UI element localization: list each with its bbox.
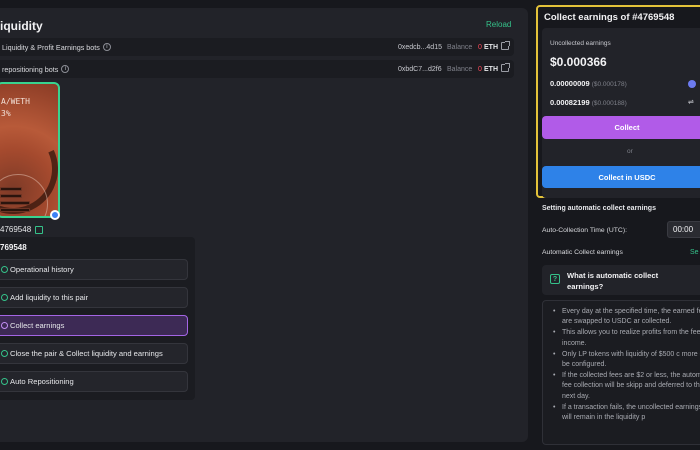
auto-collect-settings-link[interactable]: Se — [690, 249, 699, 256]
collect-usdc-button[interactable]: Collect in USDC — [542, 166, 700, 188]
nft-badge — [0, 194, 22, 198]
balance-value: 0 — [478, 43, 482, 51]
faq-answer-item: If the collected fees are $2 or less, th… — [553, 371, 700, 402]
faq-answer-item: Every day at the specified time, the ear… — [553, 307, 700, 327]
add-liquidity-icon — [1, 294, 8, 301]
collect-body: Uncollected earnings $0.000366 0.0000000… — [542, 28, 700, 198]
auto-collect-time-input[interactable]: 00:00 — [667, 221, 700, 238]
question-icon: ? — [550, 274, 560, 284]
token-id: 4769548 — [0, 225, 44, 234]
page-title: iquidity — [0, 19, 43, 33]
position-menu: 769548 Operational history Add liquidity… — [0, 237, 195, 400]
bot-row-repositioning: repositioning bots i 0xbdC7...d2f6 Balan… — [0, 60, 514, 78]
collect-button[interactable]: Collect — [542, 116, 700, 139]
info-icon[interactable]: i — [61, 65, 70, 73]
bot-address: 0xbdC7...d2f6 — [398, 65, 442, 73]
external-link-icon[interactable] — [501, 63, 510, 72]
faq-answer-list: Every day at the specified time, the ear… — [553, 307, 700, 424]
bot-label: Liquidity & Profit Earnings bots i — [2, 43, 111, 52]
uncollected-value: $0.000366 — [550, 55, 607, 69]
token2-earnings: 0.00082199 ($0.000188) — [550, 98, 627, 107]
balance-value: 0 — [478, 65, 482, 73]
menu-item-collect-earnings[interactable]: Collect earnings — [0, 315, 188, 336]
collect-earnings-panel: Collect earnings of #4769548 Uncollected… — [536, 5, 700, 198]
nft-badge — [0, 187, 22, 191]
auto-collect-earnings-label: Automatic Collect earnings — [542, 249, 623, 256]
faq-question[interactable]: ? What is automatic collect earnings? — [542, 265, 700, 295]
bot-row-earnings: Liquidity & Profit Earnings bots i 0xedc… — [0, 38, 514, 56]
bot-label: repositioning bots i — [2, 65, 70, 74]
nft-pair-text: A/WETH 3% — [1, 97, 30, 118]
faq-question-text: What is automatic collect earnings? — [567, 271, 659, 291]
balance-unit: ETH — [484, 43, 498, 51]
collect-title: Collect earnings of #4769548 — [544, 12, 675, 23]
uncollected-label: Uncollected earnings — [550, 40, 611, 47]
chain-badge-icon — [50, 210, 60, 220]
faq-answer-item: Only LP tokens with liquidity of $500 c … — [553, 350, 700, 370]
repositioning-icon — [1, 378, 8, 385]
nft-badge — [0, 201, 30, 205]
balance-label: Balance — [447, 65, 473, 73]
faq-answer-item: If a transaction fails, the uncollected … — [553, 403, 700, 423]
reload-button[interactable]: Reload — [486, 20, 511, 29]
external-link-icon[interactable] — [35, 225, 44, 234]
balance-unit: ETH — [484, 65, 498, 73]
menu-item-add-liquidity[interactable]: Add liquidity to this pair — [0, 287, 188, 308]
faq-answer-item: This allows you to realize profits from … — [553, 328, 700, 348]
token1-earnings: 0.00000009 ($0.000178) — [550, 79, 627, 88]
swap-token-icon: ⇌ — [688, 99, 694, 106]
menu-title: 769548 — [0, 243, 27, 252]
menu-item-operational-history[interactable]: Operational history — [0, 259, 188, 280]
close-pair-icon — [1, 350, 8, 357]
menu-item-close-pair[interactable]: Close the pair & Collect liquidity and e… — [0, 343, 188, 364]
info-icon[interactable]: i — [102, 43, 111, 51]
menu-item-auto-repositioning[interactable]: Auto Repositioning — [0, 371, 188, 392]
auto-collect-time-label: Auto-Collection Time (UTC): — [542, 227, 627, 234]
history-icon — [1, 266, 8, 273]
bot-address: 0xedcb...4d15 — [398, 43, 442, 51]
or-divider: or — [627, 148, 633, 155]
auto-collect-title: Setting automatic collect earnings — [542, 205, 656, 212]
position-nft-card[interactable]: A/WETH 3% — [0, 82, 60, 218]
external-link-icon[interactable] — [501, 41, 510, 50]
nft-badge — [0, 208, 30, 212]
collect-icon — [1, 322, 8, 329]
balance-label: Balance — [447, 43, 473, 51]
faq-answer: Every day at the specified time, the ear… — [542, 300, 700, 445]
eth-token-icon — [688, 80, 696, 88]
